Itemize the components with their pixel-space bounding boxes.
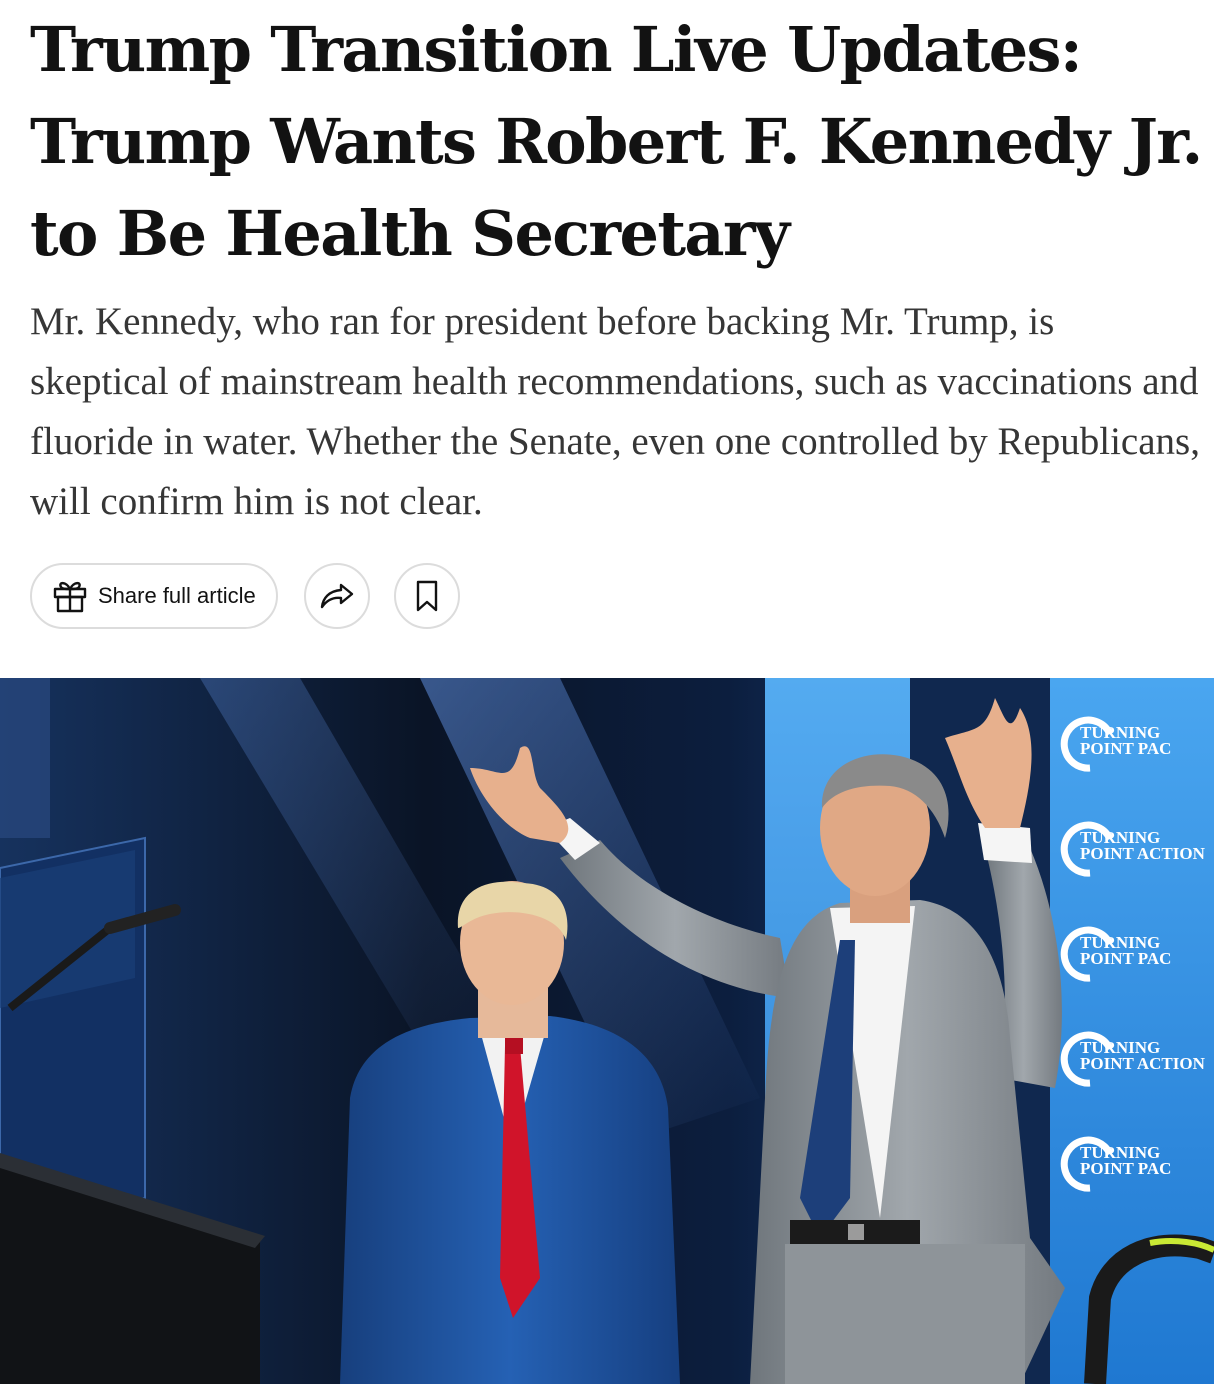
banner-logo-text: POINT PAC <box>1080 1159 1171 1178</box>
share-button[interactable] <box>303 563 370 629</box>
bookmark-button[interactable] <box>393 563 460 629</box>
article-photo: TURNING POINT PAC TURNING POINT ACTION TURNI… <box>0 678 1214 1384</box>
share-full-article-label: Share full article <box>98 583 256 608</box>
banner-right <box>1050 678 1214 1384</box>
banner-logo-text: POINT ACTION <box>1080 844 1206 863</box>
article-summary: Mr. Kennedy, who ran for president befor… <box>30 300 1200 523</box>
share-arrow-icon <box>319 581 355 611</box>
article-headline: Trump Transition Live Updates: Trump Wan… <box>30 13 1203 270</box>
article-actions: Share full article <box>30 563 460 629</box>
article: Trump Transition Live Updates: Trump Wan… <box>0 0 1214 1384</box>
banner-logo-text: POINT PAC <box>1080 949 1171 968</box>
bookmark-icon <box>415 580 439 612</box>
banner-logo-text: POINT ACTION <box>1080 1054 1206 1073</box>
share-full-article-button[interactable]: Share full article <box>30 563 278 629</box>
banner-logo-text: POINT PAC <box>1080 739 1171 758</box>
gift-icon <box>52 578 88 614</box>
